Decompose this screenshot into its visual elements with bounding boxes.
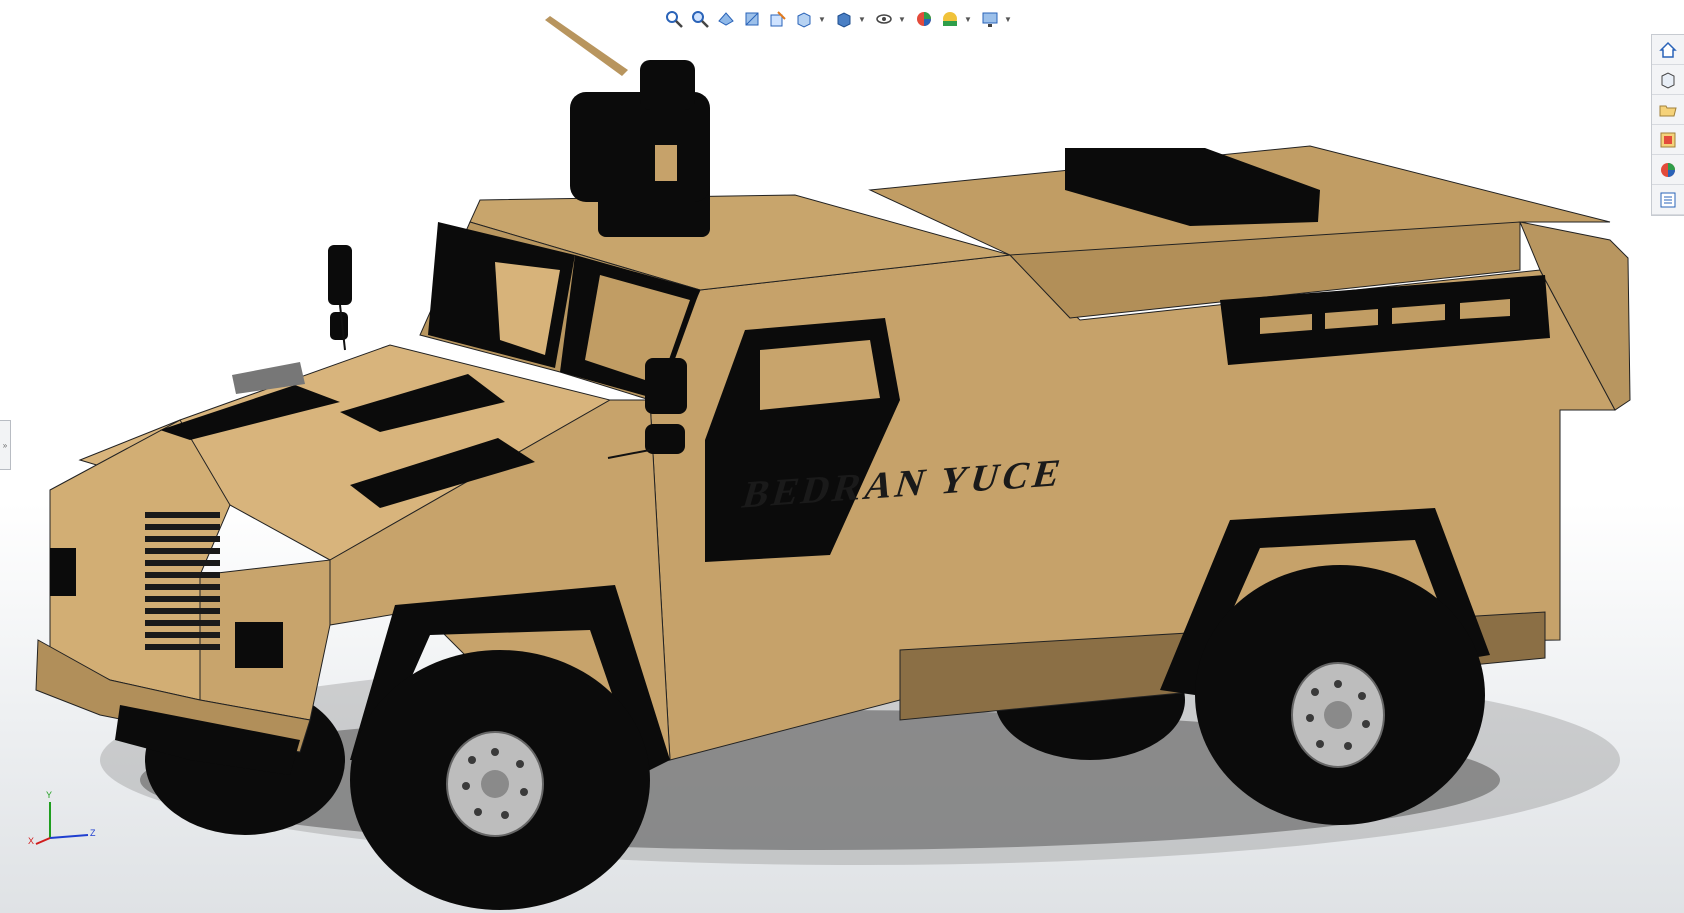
edit-appearance-button[interactable] [912,7,936,31]
solidworks-resources-icon [1659,41,1677,58]
view-orientation-icon [797,12,811,28]
previous-view-icon [718,12,734,26]
view-orientation-button[interactable] [792,7,816,31]
zoom-to-area-button[interactable] [688,7,712,31]
previous-view-button[interactable] [714,7,738,31]
display-style-icon [837,12,851,28]
tab-custom-properties[interactable] [1652,185,1684,215]
front-near-wheel[interactable] [350,650,650,910]
triad-x-label: X [28,836,35,846]
left-mirror [328,245,352,351]
apply-scene-dropdown-icon[interactable]: ▼ [964,15,972,24]
hide-show-items-icon [876,14,892,24]
tab-design-library[interactable] [1652,65,1684,95]
headlight-left [50,548,76,596]
triad-z-label: Z [90,828,96,838]
flyout-chevron-icon: » [2,440,8,450]
section-view-button[interactable] [740,7,764,31]
view-settings-dropdown-icon[interactable]: ▼ [1004,15,1012,24]
rear-near-wheel[interactable] [1195,565,1485,825]
design-library-icon [1661,71,1675,89]
view-settings-button[interactable] [978,7,1002,31]
view-orientation-dropdown-icon[interactable]: ▼ [818,15,826,24]
hide-show-dropdown-icon[interactable]: ▼ [898,15,906,24]
custom-properties-icon [1660,192,1676,207]
triad-y-label: Y [46,790,53,800]
door-window [760,340,880,410]
heads-up-view-toolbar: ▼ ▼ ▼ ▼ ▼ [662,6,1016,32]
zoom-to-fit-button[interactable] [662,7,686,31]
apply-scene-button[interactable] [938,7,962,31]
edit-appearance-icon [917,12,931,26]
section-view-icon [745,12,759,26]
appearances-scenes-icon [1661,162,1675,177]
dynamic-annotation-button[interactable] [766,7,790,31]
display-style-button[interactable] [832,7,856,31]
zoom-to-fit-icon [666,11,683,28]
reference-triad: Y Z X [28,790,108,850]
3d-model-view[interactable]: BEDRAN YUCE [0,0,1684,913]
dynamic-annotation-views-icon [770,11,786,27]
apply-scene-icon [943,12,957,26]
tab-view-palette[interactable] [1652,125,1684,155]
tab-file-explorer[interactable] [1652,95,1684,125]
hide-show-items-button[interactable] [872,7,896,31]
display-style-dropdown-icon[interactable]: ▼ [858,15,866,24]
tab-appearances-scenes[interactable] [1652,155,1684,185]
view-palette-icon [1660,132,1676,147]
zoom-to-area-icon [692,11,709,28]
headlight-right [235,622,283,668]
graphics-viewport[interactable]: BEDRAN YUCE Y Z X [0,0,1684,913]
view-settings-icon [982,12,998,27]
file-explorer-icon [1659,105,1677,116]
feature-manager-flyout-handle[interactable]: » [0,420,11,470]
task-pane-tabs [1651,34,1684,216]
tab-solidworks-resources[interactable] [1652,35,1684,65]
